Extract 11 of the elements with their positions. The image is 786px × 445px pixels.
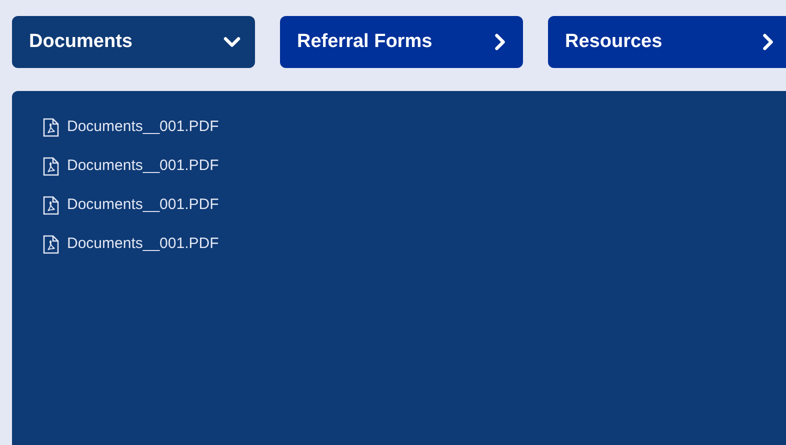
accordion-tab[interactable]: Documents (12, 16, 255, 68)
file-link[interactable]: Documents__001.PDF (43, 156, 219, 176)
accordion-tab[interactable]: Resources (548, 16, 786, 68)
pdf-file-icon (43, 234, 59, 254)
file-link[interactable]: Documents__001.PDF (43, 195, 219, 215)
file-link[interactable]: Documents__001.PDF (43, 234, 219, 254)
pdf-file-icon (43, 156, 59, 176)
accordion-tab[interactable]: Referral Forms (280, 16, 523, 68)
pdf-file-icon (43, 196, 59, 214)
pdf-file-icon (43, 118, 59, 136)
file-link[interactable]: Documents__001.PDF (43, 117, 219, 137)
